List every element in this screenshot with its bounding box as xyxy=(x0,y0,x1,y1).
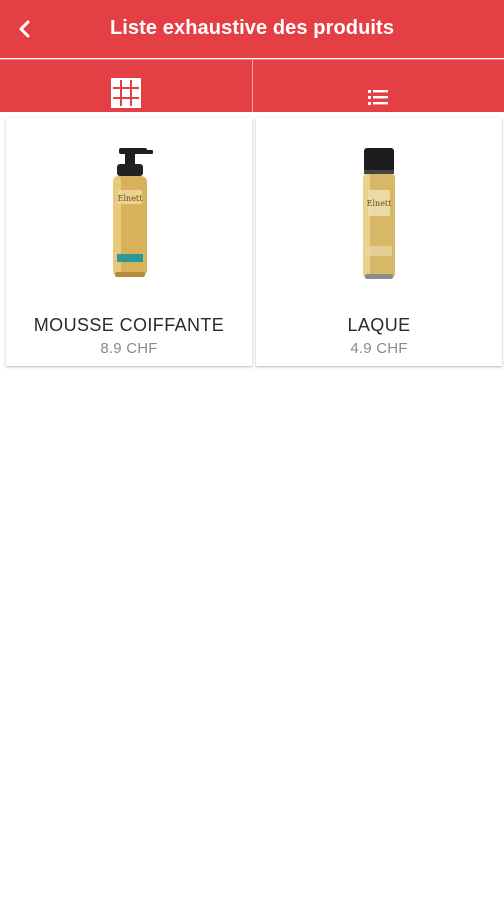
product-name: LAQUE xyxy=(347,315,411,335)
product-image: Elnett xyxy=(256,146,502,286)
mousse-bottle-icon: Elnett xyxy=(113,148,153,277)
list-view-icon xyxy=(368,90,389,105)
product-price: 4.9 CHF xyxy=(350,340,408,357)
product-grid: Elnett MOUSSE COIFFANTE 8.9 CHF Elnett L… xyxy=(6,118,502,366)
product-card[interactable]: Elnett LAQUE 4.9 CHF xyxy=(256,118,502,366)
view-toggle-bar xyxy=(0,59,504,112)
grid-view-button[interactable] xyxy=(0,60,252,112)
svg-text:Elnett: Elnett xyxy=(118,194,144,203)
product-card[interactable]: Elnett MOUSSE COIFFANTE 8.9 CHF xyxy=(6,118,252,366)
product-price: 8.9 CHF xyxy=(100,340,158,357)
product-image: Elnett xyxy=(6,146,252,286)
page-title: Liste exhaustive des produits xyxy=(109,17,395,39)
grid-view-icon xyxy=(110,78,141,108)
app-header: Liste exhaustive des produits xyxy=(0,0,504,58)
product-name: MOUSSE COIFFANTE xyxy=(33,315,225,335)
list-view-button[interactable] xyxy=(251,60,504,112)
svg-text:Elnett: Elnett xyxy=(367,199,393,208)
hairspray-can-icon: Elnett xyxy=(363,148,395,279)
